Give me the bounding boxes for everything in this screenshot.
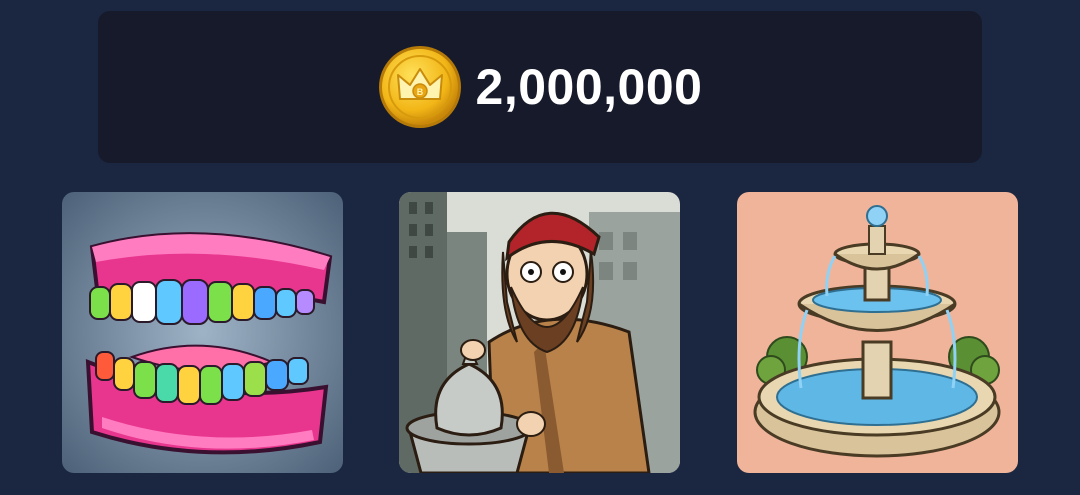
svg-text:B: B	[416, 87, 423, 97]
balance-panel: B 2,000,000	[98, 11, 982, 163]
balance-amount: 2,000,000	[475, 59, 703, 115]
item-card-rainbow-teeth[interactable]	[62, 192, 343, 473]
crown-coin-icon: B	[378, 46, 461, 128]
teeth-icon	[62, 192, 343, 473]
item-card-homeless-man[interactable]	[399, 192, 680, 473]
fountain-icon	[737, 192, 1018, 473]
homeless-man-icon	[399, 192, 680, 473]
item-card-fountain[interactable]	[737, 192, 1018, 473]
